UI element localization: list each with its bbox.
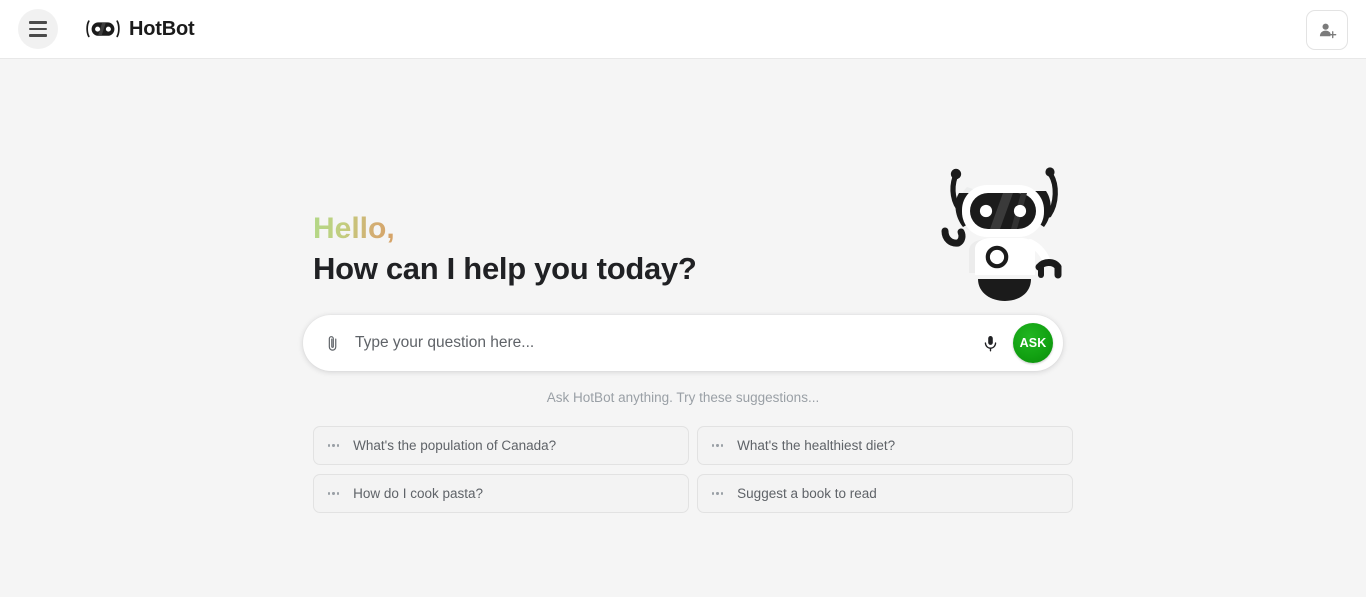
suggestion-label: What's the population of Canada? [353, 438, 557, 453]
account-add-button[interactable] [1306, 10, 1348, 50]
main-content: Hello, How can I help you today? ASK [0, 59, 1366, 597]
suggestion-item[interactable]: What's the healthiest diet? [697, 426, 1073, 465]
ellipsis-icon [712, 444, 724, 447]
hamburger-menu-icon [29, 21, 47, 24]
suggestion-item[interactable]: Suggest a book to read [697, 474, 1073, 513]
attach-file-button[interactable] [317, 328, 347, 358]
hamburger-menu-button[interactable] [18, 9, 58, 49]
suggestion-item[interactable]: How do I cook pasta? [313, 474, 689, 513]
search-bar-container: ASK [303, 315, 1063, 371]
suggestion-label: Suggest a book to read [737, 486, 877, 501]
person-add-icon [1319, 23, 1336, 38]
suggestion-label: What's the healthiest diet? [737, 438, 896, 453]
ellipsis-icon [328, 492, 340, 495]
app-header: HotBot [0, 0, 1366, 59]
brand-name: HotBot [129, 17, 195, 40]
ask-submit-button[interactable]: ASK [1013, 323, 1053, 363]
ellipsis-icon [328, 444, 340, 447]
search-input[interactable] [347, 323, 973, 363]
hamburger-menu-icon [29, 34, 47, 37]
suggestion-item[interactable]: What's the population of Canada? [313, 426, 689, 465]
brand[interactable]: HotBot [86, 17, 195, 41]
search-bar[interactable]: ASK [303, 315, 1063, 371]
microphone-icon [984, 335, 996, 351]
suggestions-grid: What's the population of Canada? What's … [313, 426, 1073, 513]
greeting: Hello, How can I help you today? [313, 155, 1073, 288]
hotbot-robot-logo-icon [86, 20, 120, 38]
suggestion-label: How do I cook pasta? [353, 486, 483, 501]
greeting-hello-line: Hello, [313, 211, 1073, 248]
ellipsis-icon [712, 492, 724, 495]
greeting-hello-text: Hello, [313, 211, 395, 248]
hero-section: Hello, How can I help you today? [313, 155, 1073, 301]
greeting-question-text: How can I help you today? [313, 250, 697, 286]
hamburger-menu-icon [29, 27, 47, 31]
voice-search-button[interactable] [973, 326, 1007, 360]
suggestions-hint: Ask HotBot anything. Try these suggestio… [546, 390, 820, 405]
paperclip-icon [328, 335, 336, 351]
